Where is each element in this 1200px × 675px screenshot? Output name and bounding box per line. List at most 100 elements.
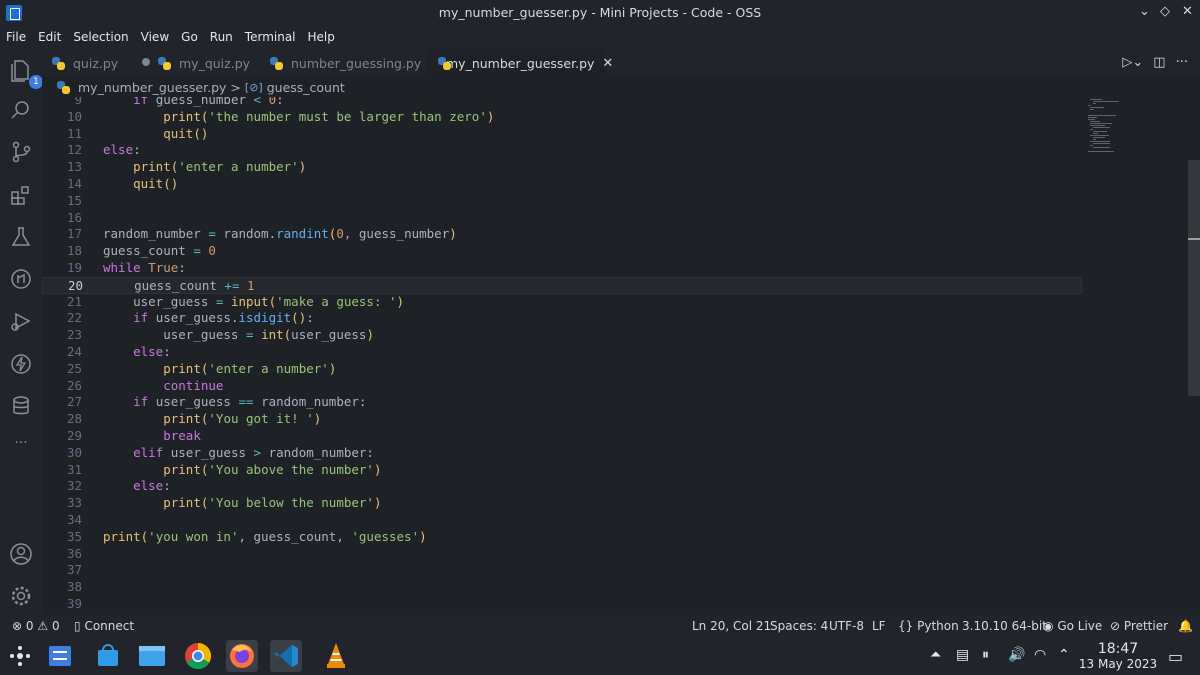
code-line[interactable]: 10 print('the number must be larger than… [42,109,1082,126]
code-text[interactable]: print('You got it! ') [103,411,321,426]
go-live-button[interactable]: ◉ Go Live [1043,619,1102,633]
split-editor-icon[interactable]: ◫ [1153,55,1165,70]
vscode-icon[interactable] [270,640,302,672]
settings-gear-icon[interactable] [8,583,34,609]
code-text[interactable]: print('enter a number') [103,159,306,174]
code-text[interactable]: elif user_guess > random_number: [103,445,374,460]
code-text[interactable]: print('the number must be larger than ze… [103,109,494,124]
firefox-icon[interactable] [226,640,258,672]
code-text[interactable]: quit() [103,126,208,141]
code-line[interactable]: 11 quit() [42,126,1082,143]
run-debug-icon[interactable] [8,308,34,334]
run-file-icon[interactable]: ▷⌄ [1122,55,1143,70]
python-interpreter[interactable]: 3.10.10 64-bit [962,619,1047,633]
explorer-icon[interactable]: 1 [8,57,43,89]
encoding[interactable]: UTF-8 [829,619,864,633]
tab-my-number-guesser[interactable]: my_number_guesser.py ✕ [426,49,613,77]
code-text[interactable]: break [103,428,201,443]
code-line[interactable]: 23 user_guess = int(user_guess) [42,327,1082,344]
tab-number-guessing[interactable]: number_guessing.py [270,49,430,77]
code-line[interactable]: 19 while True: [42,260,1082,277]
tab-quiz[interactable]: quiz.py [52,49,164,77]
volume-icon[interactable]: 🔊 [1008,647,1025,663]
code-line[interactable]: 16 [42,210,1082,227]
code-text[interactable]: guess_count += 1 [104,278,254,293]
account-icon[interactable] [8,541,34,567]
code-text[interactable]: user_guess = int(user_guess) [103,327,374,342]
code-line[interactable]: 35 print('you won in', guess_count, 'gues… [42,529,1082,546]
minimize-button[interactable]: ⌄ [1139,4,1150,19]
clock[interactable]: 18:47 13 May 2023 [1078,641,1158,671]
breadcrumb-file[interactable]: my_number_guesser.py [78,80,226,95]
vlc-icon[interactable] [320,640,352,672]
github-icon[interactable] [8,266,34,292]
code-line[interactable]: 25 print('enter a number') [42,361,1082,378]
minimap[interactable] [1088,97,1188,615]
code-line[interactable]: 12 else: [42,142,1082,159]
code-line[interactable]: 30 elif user_guess > random_number: [42,445,1082,462]
more-views-icon[interactable]: ··· [8,435,34,461]
chrome-icon[interactable] [182,640,214,672]
extensions-icon[interactable] [8,182,34,208]
code-line[interactable]: 29 break [42,428,1082,445]
connect-button[interactable]: ▯ Connect [74,619,134,633]
discover-store-icon[interactable] [92,640,124,672]
more-actions-icon[interactable]: ··· [1176,55,1188,70]
menu-run[interactable]: Run [204,27,239,49]
close-window-button[interactable]: ✕ [1182,4,1193,19]
show-desktop-icon[interactable]: ▭ [1168,647,1183,666]
menu-go[interactable]: Go [175,27,204,49]
code-line[interactable]: 15 [42,193,1082,210]
code-line[interactable]: 34 [42,512,1082,529]
code-text[interactable]: if user_guess == random_number: [103,394,366,409]
system-settings-icon[interactable] [44,640,76,672]
menu-help[interactable]: Help [302,27,341,49]
menu-file[interactable]: File [0,27,32,49]
tab-my-quiz[interactable]: my_quiz.py [158,49,270,77]
problems-indicator[interactable]: ⊗ 0 ⚠ 0 [12,619,60,633]
code-text[interactable]: print('you won in', guess_count, 'guesse… [103,529,427,544]
menu-view[interactable]: View [135,27,175,49]
code-line[interactable]: 32 else: [42,478,1082,495]
maximize-button[interactable]: ◇ [1160,4,1170,19]
code-line[interactable]: 37 [42,562,1082,579]
code-line[interactable]: 28 print('You got it! ') [42,411,1082,428]
menu-selection[interactable]: Selection [67,27,134,49]
code-text[interactable]: else: [103,344,171,359]
code-line[interactable]: 9 if guess_number < 0: [42,97,1082,109]
prettier-button[interactable]: ⊘ Prettier [1110,619,1168,633]
code-line[interactable]: 26 continue [42,378,1082,395]
code-text[interactable]: print('You above the number') [103,462,381,477]
code-line[interactable]: 14 quit() [42,176,1082,193]
menu-terminal[interactable]: Terminal [239,27,302,49]
end-of-line[interactable]: LF [872,619,886,633]
code-text[interactable]: quit() [103,176,178,191]
database-icon[interactable] [8,393,34,419]
wifi-icon[interactable]: ◠ [1034,647,1046,663]
code-line[interactable]: 21 user_guess = input('make a guess: ') [42,294,1082,311]
language-mode[interactable]: {} Python [898,619,959,633]
code-line[interactable]: 31 print('You above the number') [42,462,1082,479]
code-text[interactable]: while True: [103,260,186,275]
tray-expand-icon[interactable]: ⌃ [1058,647,1070,663]
source-control-icon[interactable] [8,139,34,165]
lightning-icon[interactable] [8,351,34,377]
clipboard-icon[interactable]: ▤ [956,647,969,663]
code-text[interactable]: else: [103,478,171,493]
code-text[interactable]: if guess_number < 0: [103,97,284,107]
code-line[interactable]: 17 random_number = random.randint(0, gues… [42,226,1082,243]
indentation[interactable]: Spaces: 4 [770,619,828,633]
file-manager-icon[interactable] [136,640,168,672]
code-text[interactable]: user_guess = input('make a guess: ') [103,294,404,309]
code-text[interactable]: continue [103,378,223,393]
search-icon[interactable] [8,97,34,123]
code-line[interactable]: 13 print('enter a number') [42,159,1082,176]
code-text[interactable]: else: [103,142,141,157]
code-line[interactable]: 18 guess_count = 0 [42,243,1082,260]
code-text[interactable]: guess_count = 0 [103,243,216,258]
code-text[interactable]: print('You below the number') [103,495,381,510]
media-pause-icon[interactable]: ⏸ [982,647,989,663]
app-launcher-icon[interactable] [4,640,36,672]
menu-edit[interactable]: Edit [32,27,67,49]
code-line[interactable]: 20 guess_count += 1 [42,276,1082,294]
